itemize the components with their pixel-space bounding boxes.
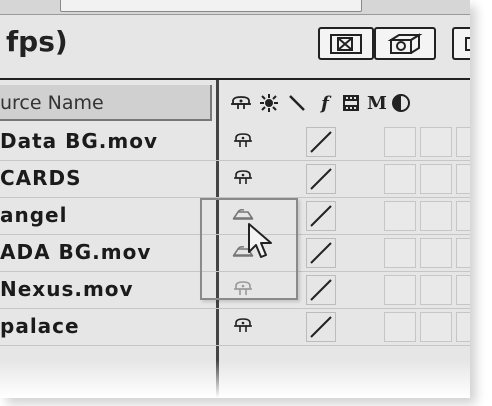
motion-blur-icon[interactable]: M — [366, 91, 388, 115]
switch-box[interactable] — [456, 164, 470, 194]
switch-box[interactable] — [384, 127, 416, 157]
title-strip — [0, 0, 470, 15]
timeline-option-icon — [465, 36, 470, 51]
quality-icon[interactable] — [286, 91, 308, 115]
switch-box[interactable] — [420, 275, 452, 305]
3d-draft-button[interactable] — [374, 27, 436, 60]
effect-icon[interactable]: f — [314, 91, 336, 115]
layer-name[interactable]: Data BG.mov — [0, 129, 158, 153]
switch-box[interactable] — [420, 127, 452, 157]
layer-row[interactable]: Data BG.mov — [0, 124, 470, 161]
switch-box[interactable] — [384, 312, 416, 342]
timeline-option-button[interactable] — [452, 27, 470, 60]
switch-box[interactable] — [420, 164, 452, 194]
shy-layers-icon — [330, 33, 362, 54]
quality-switch[interactable] — [306, 275, 336, 305]
quality-switch[interactable] — [306, 312, 336, 342]
quality-switch[interactable] — [306, 238, 336, 268]
adjustment-layer-icon[interactable] — [390, 91, 412, 115]
3d-draft-icon — [387, 32, 423, 54]
shy-layers-button[interactable] — [318, 27, 374, 60]
bottom-fade — [0, 360, 470, 398]
switch-box[interactable] — [420, 312, 452, 342]
source-name-label: urce Name — [0, 92, 104, 114]
collapse-transformations-icon[interactable] — [258, 91, 280, 115]
layer-name[interactable]: angel — [0, 203, 67, 227]
switch-box[interactable] — [384, 164, 416, 194]
switch-box[interactable] — [384, 275, 416, 305]
switches-header: f M — [222, 85, 470, 121]
switch-box[interactable] — [456, 312, 470, 342]
layer-name[interactable]: CARDS — [0, 166, 82, 190]
switch-box[interactable] — [420, 201, 452, 231]
layer-row[interactable]: CARDS — [0, 161, 470, 198]
switch-box[interactable] — [384, 201, 416, 231]
layer-name[interactable]: ADA BG.mov — [0, 240, 151, 264]
switch-box[interactable] — [384, 238, 416, 268]
quality-switch[interactable] — [306, 127, 336, 157]
quality-slash-icon — [310, 205, 332, 227]
header-divider — [0, 78, 470, 80]
switch-box[interactable] — [456, 201, 470, 231]
layer-name[interactable]: Nexus.mov — [0, 277, 134, 301]
switch-box[interactable] — [456, 275, 470, 305]
arrow-cursor-icon — [248, 223, 272, 258]
source-name-column-header[interactable]: urce Name — [0, 85, 212, 121]
quality-slash-icon — [310, 242, 332, 264]
switch-box[interactable] — [456, 238, 470, 268]
timeline-panel: fps) urce Name f M Data BG.mov CARDS ang… — [0, 0, 470, 398]
shy-icon[interactable] — [230, 91, 252, 115]
quality-slash-icon — [310, 316, 332, 338]
quality-switch[interactable] — [306, 164, 336, 194]
quality-slash-icon — [310, 279, 332, 301]
switch-box[interactable] — [420, 238, 452, 268]
comp-frame-rate-label: fps) — [6, 25, 68, 58]
switch-box[interactable] — [456, 127, 470, 157]
title-field — [60, 0, 362, 12]
frame-blending-icon[interactable] — [340, 91, 362, 115]
quality-switch[interactable] — [306, 201, 336, 231]
shy-switch-icon[interactable] — [232, 169, 254, 187]
layer-name[interactable]: palace — [0, 314, 80, 338]
layer-row[interactable]: palace — [0, 309, 470, 346]
quality-slash-icon — [310, 168, 332, 190]
quality-slash-icon — [310, 131, 332, 153]
shy-switch-icon[interactable] — [232, 132, 254, 150]
shy-switch-icon[interactable] — [232, 317, 254, 335]
